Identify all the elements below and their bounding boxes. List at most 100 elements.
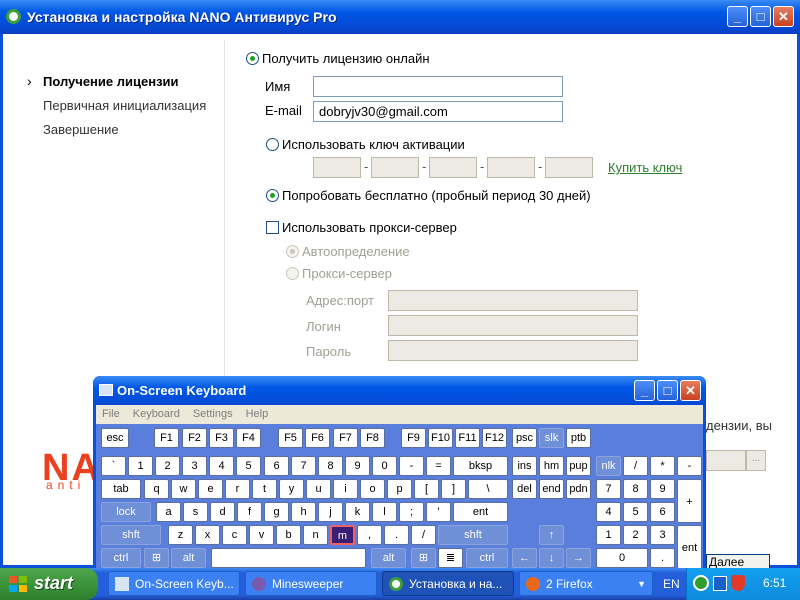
osk-key[interactable]: 7	[291, 456, 316, 476]
osk-key[interactable]: F10	[428, 428, 453, 448]
radio-online-license[interactable]	[246, 52, 259, 65]
osk-key[interactable]: slk	[539, 428, 564, 448]
osk-close-button[interactable]: ✕	[680, 380, 701, 401]
password-field[interactable]	[388, 340, 638, 361]
osk-key[interactable]: n	[303, 525, 328, 545]
osk-key[interactable]: 3	[650, 525, 675, 545]
osk-key[interactable]: 3	[182, 456, 207, 476]
osk-key[interactable]: =	[426, 456, 451, 476]
osk-key[interactable]: ≣	[438, 548, 463, 568]
osk-key[interactable]: ↑	[539, 525, 564, 545]
osk-key[interactable]: ctrl	[101, 548, 141, 568]
osk-key[interactable]: .	[650, 548, 675, 568]
osk-key[interactable]: pdn	[566, 479, 591, 499]
key-part-2[interactable]	[371, 157, 419, 178]
osk-key[interactable]: 5	[236, 456, 261, 476]
taskbar-item-minesweeper[interactable]: Minesweeper	[245, 571, 377, 596]
osk-key[interactable]: z	[168, 525, 193, 545]
osk-key[interactable]: F7	[333, 428, 358, 448]
osk-key[interactable]: q	[144, 479, 169, 499]
osk-key[interactable]: b	[276, 525, 301, 545]
osk-key[interactable]: bksp	[453, 456, 508, 476]
osk-key[interactable]: -	[677, 456, 702, 476]
osk-key[interactable]: ent	[677, 525, 702, 569]
nano-tray-icon[interactable]	[693, 575, 709, 591]
key-part-3[interactable]	[429, 157, 477, 178]
osk-key[interactable]: y	[279, 479, 304, 499]
taskbar-item-installer[interactable]: Установка и на...	[382, 571, 514, 596]
osk-key[interactable]: r	[225, 479, 250, 499]
address-port-field[interactable]	[388, 290, 638, 311]
osk-key[interactable]: e	[198, 479, 223, 499]
osk-key[interactable]: psc	[512, 428, 537, 448]
email-field[interactable]: dobryjv30@gmail.com	[313, 101, 563, 122]
osk-key[interactable]	[211, 548, 366, 568]
osk-key[interactable]: /	[623, 456, 648, 476]
taskbar-item-firefox[interactable]: 2 Firefox ▼	[519, 571, 653, 596]
osk-key[interactable]: c	[222, 525, 247, 545]
menu-file[interactable]: File	[102, 408, 120, 420]
osk-key[interactable]: /	[411, 525, 436, 545]
osk-key[interactable]: F11	[455, 428, 480, 448]
taskbar-item-osk[interactable]: On-Screen Keyb...	[108, 571, 240, 596]
osk-key[interactable]: '	[426, 502, 451, 522]
proxy-checkbox[interactable]	[266, 221, 279, 234]
osk-key[interactable]: k	[345, 502, 370, 522]
osk-key[interactable]: alt	[371, 548, 406, 568]
osk-key[interactable]: p	[387, 479, 412, 499]
osk-key[interactable]: 2	[155, 456, 180, 476]
login-field[interactable]	[388, 315, 638, 336]
language-indicator[interactable]: EN	[663, 577, 680, 591]
osk-key[interactable]: lock	[101, 502, 151, 522]
osk-key[interactable]: shft	[438, 525, 508, 545]
osk-key[interactable]: i	[333, 479, 358, 499]
osk-key[interactable]: 1	[128, 456, 153, 476]
osk-key[interactable]: 0	[372, 456, 397, 476]
osk-key[interactable]: m	[330, 525, 355, 545]
name-field[interactable]	[313, 76, 563, 97]
osk-key[interactable]: pup	[566, 456, 591, 476]
key-part-4[interactable]	[487, 157, 535, 178]
osk-key[interactable]: F12	[482, 428, 507, 448]
osk-key[interactable]: F4	[236, 428, 261, 448]
osk-key[interactable]: *	[650, 456, 675, 476]
osk-key[interactable]: ;	[399, 502, 424, 522]
start-button[interactable]: start	[0, 568, 98, 600]
radio-trial[interactable]	[266, 189, 279, 202]
osk-key[interactable]: 1	[596, 525, 621, 545]
osk-key[interactable]: 7	[596, 479, 621, 499]
osk-key[interactable]: F1	[154, 428, 179, 448]
maximize-button[interactable]: □	[750, 6, 771, 27]
osk-key[interactable]: 5	[623, 502, 648, 522]
osk-key[interactable]: F5	[278, 428, 303, 448]
osk-key[interactable]: .	[384, 525, 409, 545]
osk-key[interactable]: l	[372, 502, 397, 522]
osk-key[interactable]: `	[101, 456, 126, 476]
osk-key[interactable]: ]	[441, 479, 466, 499]
radio-auto-detect[interactable]	[286, 245, 299, 258]
osk-key[interactable]: F3	[209, 428, 234, 448]
osk-key[interactable]: j	[318, 502, 343, 522]
osk-key[interactable]: hm	[539, 456, 564, 476]
osk-key[interactable]: ⊞	[144, 548, 169, 568]
osk-key[interactable]: +	[677, 479, 702, 523]
osk-key[interactable]: 0	[596, 548, 648, 568]
radio-activation-key[interactable]	[266, 138, 279, 151]
buy-key-link[interactable]: Купить ключ	[608, 160, 682, 175]
osk-key[interactable]: esc	[101, 428, 129, 448]
osk-key[interactable]: shft	[101, 525, 161, 545]
network-icon[interactable]	[713, 576, 727, 591]
close-button[interactable]: ✕	[773, 6, 794, 27]
osk-key[interactable]: tab	[101, 479, 141, 499]
menu-settings[interactable]: Settings	[193, 408, 233, 420]
osk-key[interactable]: -	[399, 456, 424, 476]
osk-key[interactable]: [	[414, 479, 439, 499]
osk-key[interactable]: 4	[209, 456, 234, 476]
osk-key[interactable]: F6	[305, 428, 330, 448]
browse-button[interactable]: ...	[746, 450, 766, 471]
osk-title-bar[interactable]: On-Screen Keyboard _ □ ✕	[93, 376, 706, 405]
osk-key[interactable]: F8	[360, 428, 385, 448]
osk-key[interactable]: t	[252, 479, 277, 499]
menu-keyboard[interactable]: Keyboard	[133, 408, 180, 420]
osk-key[interactable]: 6	[264, 456, 289, 476]
